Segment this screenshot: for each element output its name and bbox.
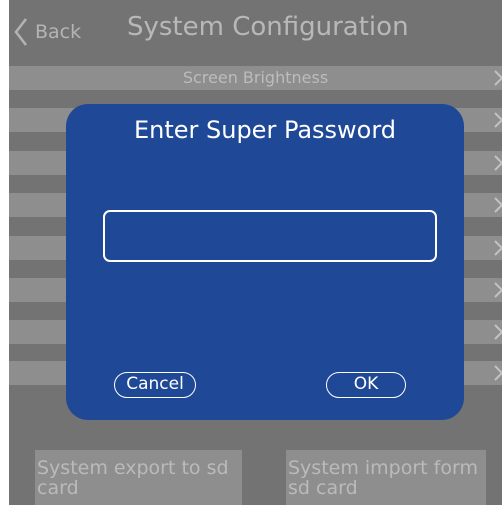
- password-input[interactable]: [103, 210, 437, 262]
- config-screen: Back System Configuration Screen Brightn…: [9, 0, 502, 505]
- dialog-title: Enter Super Password: [133, 116, 397, 144]
- cancel-button[interactable]: Cancel: [114, 372, 196, 398]
- super-password-dialog: Enter Super Password Cancel OK: [66, 104, 464, 420]
- ok-button[interactable]: OK: [326, 372, 406, 398]
